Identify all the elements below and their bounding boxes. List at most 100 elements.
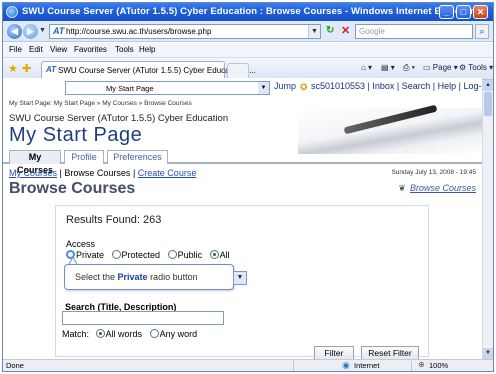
- course-tabs: My Courses Profile Preferences: [3, 148, 482, 175]
- chevron-down-icon[interactable]: ▼: [233, 271, 247, 285]
- menu-tools[interactable]: Tools: [115, 45, 134, 54]
- back-button[interactable]: ◀: [7, 24, 22, 39]
- page-title: My Start Page: [9, 124, 143, 146]
- browse-link-label: Browse Courses: [409, 183, 476, 193]
- page-menu[interactable]: ▭ Page ▾: [423, 63, 458, 72]
- search-input[interactable]: [62, 311, 224, 325]
- tab-preferences[interactable]: Preferences: [107, 150, 168, 164]
- instruction-callout: Select the Private radio button: [64, 264, 234, 290]
- browse-courses-current: Browse Courses: [64, 168, 131, 178]
- feeds-icon[interactable]: ▤ ▾: [381, 63, 395, 72]
- page-menu-label: Page: [432, 63, 452, 72]
- radio-private-label[interactable]: Private: [76, 250, 104, 260]
- subnav-separator: |: [132, 168, 136, 178]
- radio-all[interactable]: [209, 250, 219, 259]
- search-icon[interactable]: ⌕: [475, 24, 489, 39]
- tab-bar: ★ ✚ AT SWU Course Server (ATutor 1.5.5) …: [3, 58, 493, 80]
- menu-help[interactable]: Help: [139, 45, 155, 54]
- menu-bar: File Edit View Favorites Tools Help: [3, 43, 493, 58]
- maximize-button[interactable]: □: [456, 5, 471, 19]
- jump-select[interactable]: My Start Page ▼: [65, 81, 270, 95]
- print-icon[interactable]: ⎙ ▾: [403, 63, 415, 73]
- menu-edit[interactable]: Edit: [29, 45, 43, 54]
- history-dropdown-icon[interactable]: ▼: [39, 27, 46, 34]
- match-label: Match:: [62, 329, 90, 339]
- title-bar: SWU Course Server (ATutor 1.5.5) Cyber E…: [3, 3, 493, 21]
- page-favicon: AT: [53, 26, 65, 36]
- access-label: Access: [66, 239, 96, 249]
- menu-file[interactable]: File: [9, 45, 22, 54]
- jump-row: My Start Page ▼ Jump ✪ sc501010553 | Inb…: [3, 81, 482, 97]
- search-field[interactable]: Google: [355, 24, 473, 39]
- jump-select-value: My Start Page: [106, 84, 154, 93]
- match-row: Match: All words Any word: [62, 329, 197, 339]
- status-divider: [293, 361, 294, 371]
- scroll-thumb[interactable]: [484, 92, 492, 116]
- forward-button[interactable]: ▶: [23, 24, 38, 39]
- callout-suffix: radio button: [147, 272, 198, 282]
- home-icon[interactable]: ⌂ ▾: [361, 63, 372, 72]
- new-tab-button[interactable]: [227, 63, 249, 79]
- radio-any-word[interactable]: [149, 329, 159, 338]
- search-placeholder: Google: [359, 27, 385, 36]
- tab-my-courses[interactable]: My Courses: [9, 150, 61, 175]
- radio-all-label[interactable]: All: [220, 250, 230, 260]
- breadcrumb[interactable]: My Start Page: My Start Page » My Course…: [9, 100, 192, 107]
- callout-bold: Private: [117, 272, 148, 282]
- radio-protected-label[interactable]: Protected: [122, 250, 161, 260]
- add-favorites-icon[interactable]: ✚: [22, 62, 31, 75]
- address-bar: ◀ ▶ ▼ AT http://course.swu.ac.th/users/b…: [3, 21, 493, 42]
- date-text: Sunday July 13, 2008 - 19:45: [391, 169, 476, 176]
- book-icon: ❦: [398, 183, 406, 193]
- refresh-icon[interactable]: ↻: [326, 25, 334, 36]
- url-dropdown-icon[interactable]: ▼: [308, 25, 320, 38]
- access-radio-group: Private Protected Public All: [66, 250, 235, 260]
- section-heading: Browse Courses: [9, 180, 136, 197]
- stop-icon[interactable]: ✕: [341, 24, 350, 37]
- scroll-down-icon[interactable]: ▼: [483, 348, 493, 359]
- sub-navigation: My Courses | Browse Courses | Create Cou…: [9, 168, 196, 178]
- security-zone[interactable]: Internet: [354, 361, 379, 370]
- url-text: http://course.swu.ac.th/users/browse.php: [66, 27, 212, 36]
- radio-any-word-label[interactable]: Any word: [160, 329, 198, 339]
- results-count: Results Found: 263: [66, 214, 162, 226]
- close-button[interactable]: ✕: [473, 5, 488, 19]
- site-title: SWU Course Server (ATutor 1.5.5) Cyber E…: [9, 113, 229, 124]
- menu-favorites[interactable]: Favorites: [74, 45, 107, 54]
- zoom-level[interactable]: 100%: [429, 361, 448, 370]
- globe-icon: ◉: [342, 360, 350, 370]
- radio-all-words[interactable]: [95, 329, 105, 338]
- status-divider: [411, 361, 412, 371]
- reset-filter-button[interactable]: Reset Filter: [361, 346, 419, 360]
- radio-all-words-label[interactable]: All words: [106, 329, 143, 339]
- create-course-link[interactable]: Create Course: [138, 168, 197, 178]
- my-courses-link[interactable]: My Courses: [9, 168, 57, 178]
- radio-public[interactable]: [167, 250, 177, 259]
- callout-text: Select the Private radio button: [75, 272, 198, 282]
- scroll-up-icon[interactable]: ▲: [483, 80, 493, 91]
- jump-button[interactable]: Jump: [274, 81, 296, 91]
- tab-profile[interactable]: Profile: [64, 150, 104, 164]
- callout-prefix: Select the: [75, 272, 118, 282]
- vertical-scrollbar[interactable]: ▲ ▼: [482, 80, 493, 359]
- chevron-down-icon: ▼: [258, 82, 269, 94]
- filter-button[interactable]: Filter: [314, 346, 354, 360]
- menu-view[interactable]: View: [50, 45, 67, 54]
- url-field[interactable]: AT http://course.swu.ac.th/users/browse.…: [49, 24, 321, 39]
- tab-current[interactable]: AT SWU Course Server (ATutor 1.5.5) Cybe…: [41, 61, 256, 79]
- radio-protected[interactable]: [111, 250, 121, 259]
- radio-public-label[interactable]: Public: [178, 250, 203, 260]
- tools-menu[interactable]: ⚙ Tools ▾: [459, 63, 493, 72]
- tab-favicon: AT: [46, 65, 57, 74]
- user-links[interactable]: sc501010553 | Inbox | Search | Help | Lo…: [311, 81, 482, 91]
- status-bar: Done ◉ Internet ⊕ 100%: [3, 359, 493, 371]
- user-icon: ✪: [300, 82, 308, 92]
- ie-logo-icon: [6, 6, 18, 18]
- minimize-button[interactable]: _: [439, 5, 454, 19]
- zoom-icon[interactable]: ⊕: [418, 360, 425, 369]
- tools-menu-label: Tools: [468, 63, 487, 72]
- browse-courses-link[interactable]: ❦ Browse Courses: [398, 183, 476, 194]
- favorites-star-icon[interactable]: ★: [8, 62, 18, 75]
- subnav-separator: |: [59, 168, 62, 178]
- window-title: SWU Course Server (ATutor 1.5.5) Cyber E…: [22, 6, 474, 17]
